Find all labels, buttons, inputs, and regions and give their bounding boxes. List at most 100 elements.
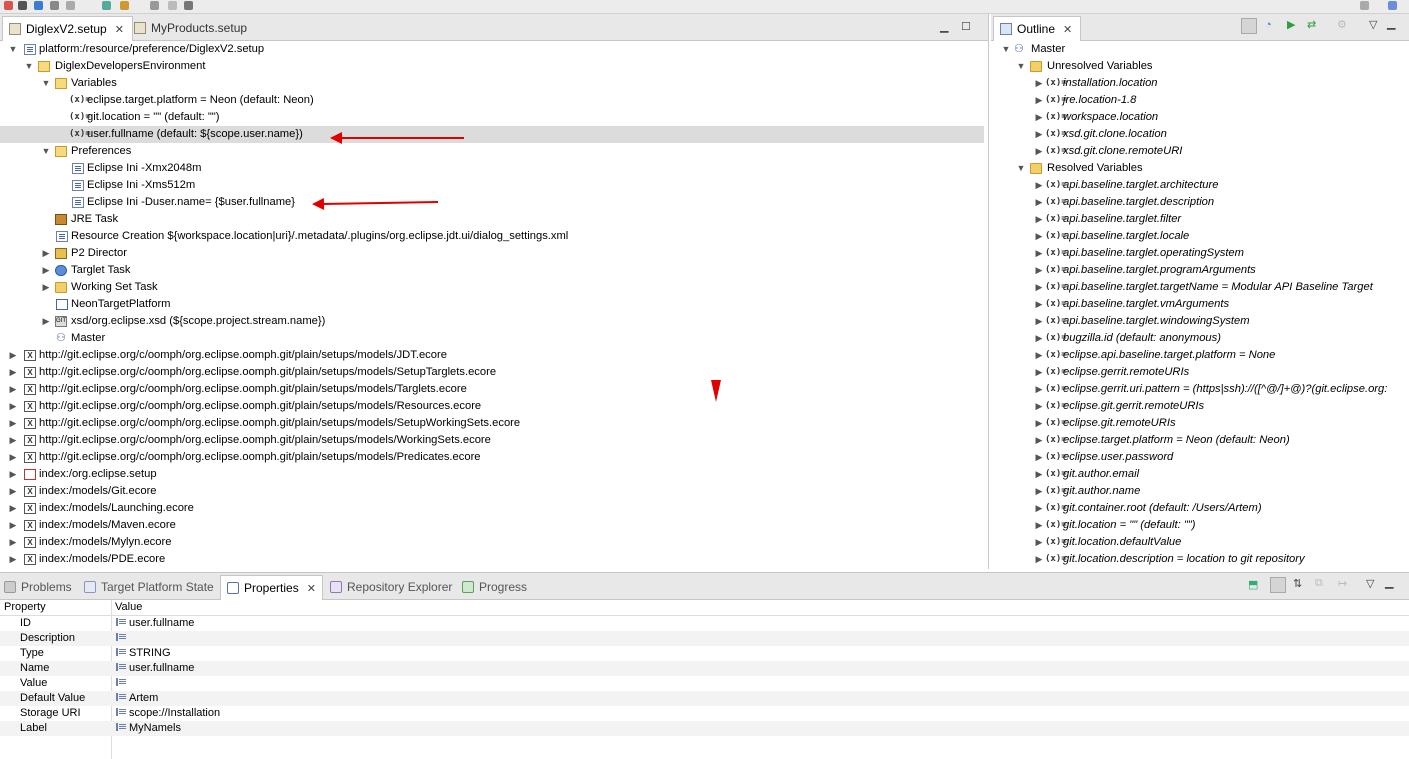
tree-row-working-set-task[interactable]: ▶ Working Set Task (0, 279, 988, 296)
expand-toggle-icon[interactable]: ▶ (1034, 381, 1044, 398)
restore-icon[interactable]: ↦ (1338, 577, 1347, 590)
expand-toggle-icon[interactable]: ▼ (41, 75, 51, 92)
tree-row-resource[interactable]: ▼ platform:/resource/preference/DiglexV2… (0, 41, 988, 58)
expand-toggle-icon[interactable]: ▶ (1034, 143, 1044, 160)
table-row[interactable]: Default Value Artem (0, 691, 1409, 706)
maximize-icon[interactable]: ☐ (961, 20, 971, 33)
expand-toggle-icon[interactable]: ▶ (1034, 466, 1044, 483)
expand-toggle-icon[interactable]: ▶ (8, 517, 18, 534)
toolbar-button-4[interactable] (50, 1, 59, 10)
toolbar-button-8[interactable] (150, 1, 159, 10)
run-icon[interactable]: ▶ (1287, 18, 1295, 31)
expand-toggle-icon[interactable]: ▼ (1016, 160, 1026, 177)
tree-row-targlet-task[interactable]: ▶ Targlet Task (0, 262, 988, 279)
toolbar-button-3[interactable] (34, 1, 43, 10)
table-row[interactable]: Value (0, 676, 1409, 691)
property-value[interactable] (116, 676, 129, 691)
expand-toggle-icon[interactable]: ▶ (1034, 177, 1044, 194)
tree-row-ecore[interactable]: ▶ X http://git.eclipse.org/c/oomph/org.e… (0, 364, 988, 381)
property-value[interactable]: Artem (116, 691, 158, 706)
toolbar-button-12[interactable] (1388, 1, 1397, 10)
expand-toggle-icon[interactable]: ▶ (1034, 194, 1044, 211)
column-header-value[interactable]: Value (115, 600, 142, 615)
tree-row-ecore[interactable]: ▶ X index:/models/Mylyn.ecore (0, 534, 988, 551)
expand-toggle-icon[interactable]: ▶ (8, 449, 18, 466)
tab-repository-explorer[interactable]: Repository Explorer (330, 575, 452, 599)
expand-toggle-icon[interactable]: ▼ (1016, 58, 1026, 75)
close-icon[interactable]: ✕ (115, 23, 124, 36)
expand-toggle-icon[interactable]: ▶ (1034, 109, 1044, 126)
close-icon[interactable]: ✕ (307, 582, 316, 595)
sync-icon[interactable] (1241, 18, 1257, 34)
expand-toggle-icon[interactable]: ▶ (1034, 92, 1044, 109)
expand-toggle-icon[interactable]: ▼ (41, 143, 51, 160)
tree-row-variable-selected[interactable]: (x)= user.fullname (default: ${scope.use… (0, 126, 984, 143)
property-value[interactable]: user.fullname (116, 661, 194, 676)
tab-properties[interactable]: Properties ✕ (220, 575, 323, 600)
close-icon[interactable]: ✕ (1063, 23, 1072, 36)
disabled-action-icon[interactable]: ⚙ (1337, 18, 1347, 31)
expand-toggle-icon[interactable]: ▶ (41, 279, 51, 296)
minimize-icon[interactable]: ▁ (1387, 17, 1395, 30)
toolbar-button-7[interactable] (120, 1, 129, 10)
tree-row-ecore[interactable]: ▶ X index:/models/Launching.ecore (0, 500, 988, 517)
tree-row-ecore[interactable]: ▶ X http://git.eclipse.org/c/oomph/org.e… (0, 398, 988, 415)
expand-toggle-icon[interactable]: ▼ (1001, 41, 1011, 58)
toolbar-button-6[interactable] (102, 1, 111, 10)
expand-toggle-icon[interactable]: ▶ (1034, 483, 1044, 500)
tab-problems[interactable]: Problems (4, 575, 72, 599)
property-value[interactable] (116, 631, 129, 646)
table-row[interactable]: Type STRING (0, 646, 1409, 661)
expand-toggle-icon[interactable]: ▶ (1034, 245, 1044, 262)
expand-toggle-icon[interactable]: ▶ (41, 245, 51, 262)
table-row[interactable]: ID user.fullname (0, 616, 1409, 631)
copy-icon[interactable]: ⧉ (1315, 577, 1323, 590)
expand-toggle-icon[interactable]: ▼ (8, 41, 18, 58)
tree-row-neon-target-platform[interactable]: NeonTargetPlatform (0, 296, 988, 313)
expand-toggle-icon[interactable]: ▶ (1034, 551, 1044, 568)
tab-diglexv2-setup[interactable]: DiglexV2.setup ✕ (2, 16, 133, 41)
expand-toggle-icon[interactable]: ▶ (1034, 296, 1044, 313)
tree-row-preference[interactable]: Eclipse Ini -Xmx2048m (0, 160, 988, 177)
tree-row-variable[interactable]: (x)= eclipse.target.platform = Neon (def… (0, 92, 988, 109)
table-row[interactable]: Label MyNamels (0, 721, 1409, 736)
expand-toggle-icon[interactable]: ▶ (1034, 432, 1044, 449)
expand-toggle-icon[interactable]: ▶ (8, 466, 18, 483)
expand-toggle-icon[interactable]: ▶ (8, 551, 18, 568)
categories-icon[interactable] (1270, 577, 1286, 593)
expand-toggle-icon[interactable]: ▶ (8, 432, 18, 449)
property-value[interactable]: STRING (116, 646, 171, 661)
property-value[interactable]: scope://Installation (116, 706, 220, 721)
tree-row-preferences[interactable]: ▼ Preferences (0, 143, 988, 160)
expand-toggle-icon[interactable]: ▶ (1034, 262, 1044, 279)
minimize-icon[interactable]: ▁ (940, 20, 948, 33)
toolbar-button-10[interactable] (184, 1, 193, 10)
filter-icon[interactable]: ⇅ (1293, 577, 1302, 590)
tree-row-preference[interactable]: Eclipse Ini -Duser.name= {$user.fullname… (0, 194, 988, 211)
expand-toggle-icon[interactable]: ▶ (1034, 398, 1044, 415)
property-value[interactable]: user.fullname (116, 616, 194, 631)
tree-row-git-clone[interactable]: ▶ GIT xsd/org.eclipse.xsd (${scope.proje… (0, 313, 988, 330)
expand-toggle-icon[interactable]: ▶ (8, 500, 18, 517)
tree-row-master[interactable]: ⚇ Master (0, 330, 988, 347)
toolbar-button-9[interactable] (168, 1, 177, 10)
tree-row-project[interactable]: ▼ DiglexDevelopersEnvironment (0, 58, 988, 75)
toolbar-button-2[interactable] (18, 1, 27, 10)
expand-toggle-icon[interactable]: ▶ (1034, 211, 1044, 228)
tree-row-ecore[interactable]: ▶ X http://git.eclipse.org/c/oomph/org.e… (0, 415, 988, 432)
tree-row-ecore[interactable]: ▶ X http://git.eclipse.org/c/oomph/org.e… (0, 347, 988, 364)
tree-row-ecore[interactable]: ▶ X index:/models/Git.ecore (0, 483, 988, 500)
tree-row-ecore[interactable]: ▶ X http://git.eclipse.org/c/oomph/org.e… (0, 449, 988, 466)
expand-toggle-icon[interactable]: ▶ (1034, 500, 1044, 517)
toolbar-button-1[interactable] (4, 1, 13, 10)
property-value[interactable]: MyNamels (116, 721, 181, 736)
view-menu-icon[interactable]: ▽ (1369, 18, 1377, 31)
tree-row-ecore[interactable]: ▶ X index:/models/Maven.ecore (0, 517, 988, 534)
tree-row-variable[interactable]: (x)= git.location = "" (default: "") (0, 109, 988, 126)
minimize-icon[interactable]: ▁ (1385, 576, 1393, 589)
expand-toggle-icon[interactable]: ▶ (8, 347, 18, 364)
expand-toggle-icon[interactable]: ▶ (8, 364, 18, 381)
expand-toggle-icon[interactable]: ▶ (1034, 517, 1044, 534)
expand-toggle-icon[interactable]: ▶ (8, 381, 18, 398)
tree-row-ecore[interactable]: ▶ X index:/models/PDE.ecore (0, 551, 988, 568)
